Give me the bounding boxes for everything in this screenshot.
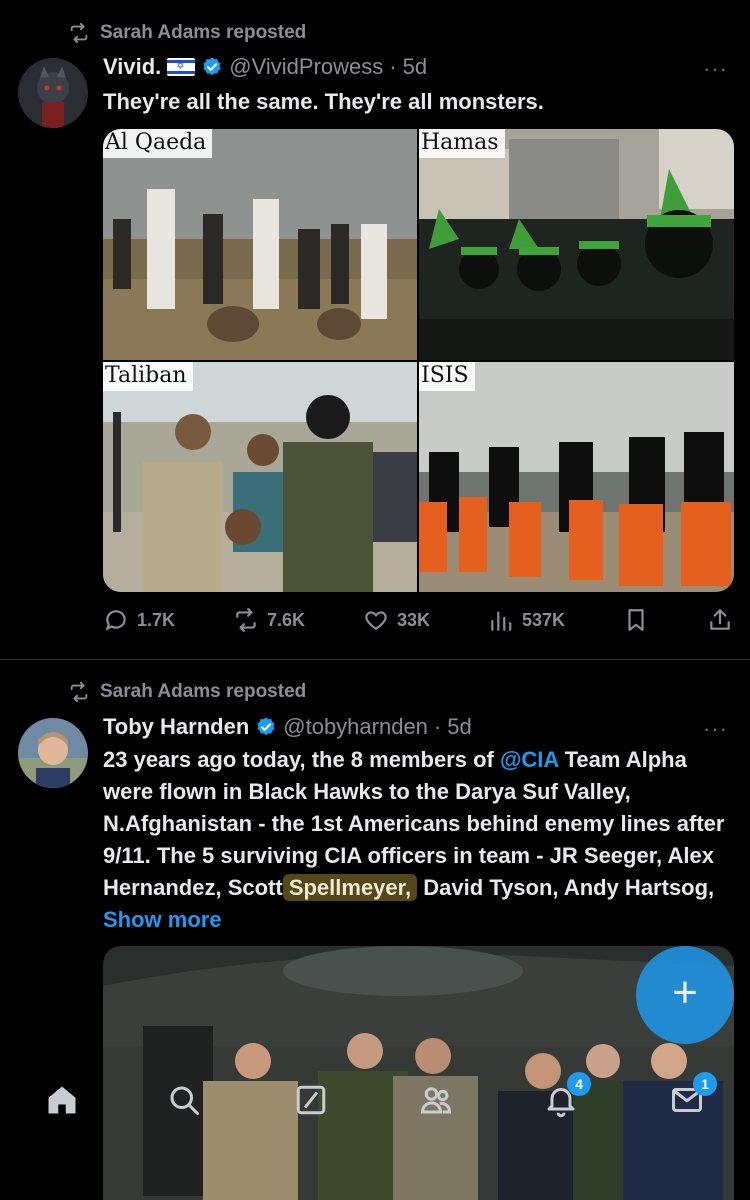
view-count: 537K	[522, 609, 566, 630]
compose-tweet-fab[interactable]: +	[636, 946, 734, 1044]
repost-text: Sarah Adams reposted	[100, 22, 307, 43]
home-icon	[48, 1086, 76, 1114]
repost-icon	[70, 681, 88, 703]
views-bar-chart-icon	[491, 611, 512, 631]
repost-icon	[70, 22, 88, 44]
more-options-button[interactable]: ···	[703, 56, 728, 82]
people-icon	[420, 1087, 452, 1114]
mention-link[interactable]: @CIA	[500, 747, 559, 772]
reply-icon	[105, 610, 126, 631]
israel-flag-icon: ✡	[167, 58, 196, 76]
tweet-text: They're all the same. They're all monste…	[103, 89, 544, 114]
media-image-isis[interactable]: ISIS	[419, 362, 734, 592]
media-label: Hamas	[419, 129, 505, 158]
plus-icon: +	[672, 968, 698, 1017]
notification-count-badge: 4	[567, 1072, 591, 1096]
timestamp[interactable]: 5d	[403, 54, 427, 80]
media-label: Taliban	[103, 362, 193, 391]
nav-home[interactable]	[42, 1080, 82, 1120]
tweet-actions: 1.7K 7.6K 33K 537K	[103, 607, 733, 633]
tweet-text-part: 23 years ago today, the 8 members of	[103, 747, 500, 772]
nav-grok[interactable]	[291, 1080, 331, 1120]
bookmark-button[interactable]	[623, 607, 649, 633]
show-more-link[interactable]: Show more	[103, 907, 222, 932]
media-label: Al Qaeda	[103, 129, 213, 158]
heart-icon	[365, 611, 387, 630]
nav-messages[interactable]: 1	[667, 1072, 717, 1120]
media-image-hamas[interactable]: Hamas	[419, 129, 734, 360]
more-options-button[interactable]: ···	[703, 716, 728, 742]
author-name[interactable]: Toby Harnden	[103, 714, 249, 740]
grok-slash-box-icon	[296, 1085, 326, 1115]
views-button[interactable]: 537K	[488, 607, 565, 633]
media-grid[interactable]: Al Qaeda Hamas Taliban ISIS	[103, 129, 734, 592]
nav-search[interactable]	[164, 1080, 204, 1120]
media-label: ISIS	[419, 362, 475, 391]
repost-count: 7.6K	[267, 609, 306, 630]
tweet-divider	[0, 659, 750, 660]
like-count: 33K	[397, 609, 431, 630]
share-button[interactable]	[707, 607, 733, 633]
repost-button[interactable]: 7.6K	[233, 607, 305, 633]
reply-count: 1.7K	[137, 609, 176, 630]
tweet-header: Vivid. ✡ @VividProwess · 5d	[103, 54, 427, 80]
tweet-header: Toby Harnden @tobyharnden · 5d	[103, 714, 472, 740]
repost-icon	[236, 608, 256, 632]
bottom-navigation-bar	[0, 1060, 750, 1200]
separator: ·	[433, 714, 442, 739]
highlighted-text: Spellmeyer,	[282, 874, 418, 901]
repost-indicator[interactable]: Sarah Adams reposted	[68, 681, 306, 703]
bookmark-icon	[628, 609, 644, 631]
search-icon	[170, 1086, 199, 1115]
verified-badge-icon	[257, 717, 275, 736]
separator: ·	[389, 54, 397, 79]
author-handle[interactable]: @tobyharnden	[283, 714, 428, 740]
reply-button[interactable]: 1.7K	[103, 607, 175, 633]
nav-notifications[interactable]: 4	[541, 1072, 591, 1120]
media-image-taliban[interactable]: Taliban	[103, 362, 417, 592]
author-handle[interactable]: @VividProwess	[229, 54, 383, 80]
like-button[interactable]: 33K	[363, 607, 430, 633]
message-count-badge: 1	[693, 1072, 717, 1096]
tweet-text: 23 years ago today, the 8 members of @CI…	[103, 744, 733, 936]
media-image-al-qaeda[interactable]: Al Qaeda	[103, 129, 417, 360]
tweet-text-part: David Tyson, Andy Hartsog,	[417, 875, 715, 900]
author-name[interactable]: Vivid.	[103, 54, 161, 80]
nav-communities[interactable]	[416, 1080, 456, 1120]
verified-badge-icon	[203, 57, 221, 76]
repost-text: Sarah Adams reposted	[100, 681, 307, 702]
repost-indicator[interactable]: Sarah Adams reposted	[68, 22, 306, 44]
share-icon	[710, 609, 730, 630]
timestamp[interactable]: 5d	[447, 714, 471, 740]
avatar[interactable]	[18, 58, 88, 128]
avatar[interactable]	[18, 718, 88, 788]
